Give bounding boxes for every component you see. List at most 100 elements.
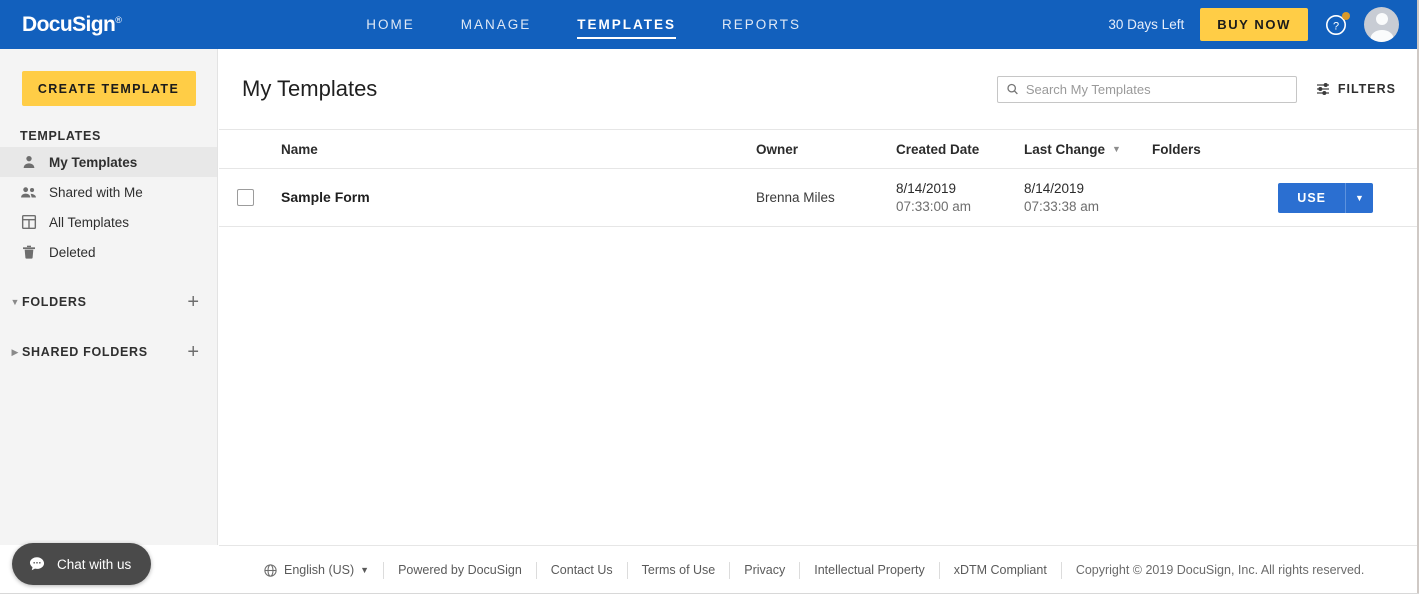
sidebar-folders-header[interactable]: ▼ FOLDERS +: [0, 287, 217, 317]
logo-text: DocuSign: [22, 12, 116, 36]
footer-link-intellectual-property[interactable]: Intellectual Property: [814, 563, 924, 577]
chevron-right-icon[interactable]: ▶: [8, 347, 22, 358]
row-owner-cell: Brenna Miles: [756, 189, 896, 207]
row-name-cell: Sample Form: [271, 189, 756, 207]
trial-days-left: 30 Days Left: [1108, 17, 1185, 32]
row-action-cell: USE ▼: [1278, 182, 1418, 213]
globe-icon: [264, 563, 277, 577]
use-split-button: USE ▼: [1278, 182, 1373, 213]
footer-link-powered-by[interactable]: Powered by DocuSign: [398, 563, 522, 577]
created-date: 8/14/2019: [896, 181, 957, 196]
filters-label: FILTERS: [1337, 82, 1396, 96]
add-folder-button[interactable]: +: [187, 292, 199, 312]
footer-link-xdtm-compliant[interactable]: xDTM Compliant: [954, 563, 1047, 577]
avatar-head: [1375, 13, 1388, 25]
chat-with-us-button[interactable]: Chat with us: [12, 543, 152, 585]
search-box[interactable]: [996, 75, 1297, 103]
sliders-icon: [1316, 83, 1329, 95]
sidebar-item-shared-with-me[interactable]: Shared with Me: [0, 177, 217, 207]
chat-label: Chat with us: [57, 556, 132, 572]
top-navigation-bar: DocuSign® HOME MANAGE TEMPLATES REPORTS …: [0, 0, 1419, 49]
help-notification-dot: [1342, 11, 1350, 20]
footer-copyright: Copyright © 2019 DocuSign, Inc. All righ…: [1075, 563, 1365, 577]
chat-bubble-icon: [29, 557, 45, 571]
created-time: 07:33:00 am: [896, 199, 972, 214]
trash-icon: [20, 244, 37, 261]
footer-divider: [383, 561, 385, 579]
use-button[interactable]: USE: [1278, 182, 1345, 213]
sidebar-item-deleted-label: Deleted: [49, 244, 96, 260]
nav-item-manage-label: MANAGE: [460, 17, 532, 32]
person-icon: [20, 154, 37, 171]
search-input[interactable]: [1025, 81, 1288, 97]
user-avatar[interactable]: [1364, 7, 1399, 42]
nav-item-templates-label: TEMPLATES: [577, 17, 677, 32]
footer-divider: [729, 561, 731, 579]
nav-item-manage[interactable]: MANAGE: [461, 0, 532, 49]
main-nav-items: HOME MANAGE TEMPLATES REPORTS: [366, 0, 801, 49]
sidebar-item-deleted[interactable]: Deleted: [0, 237, 217, 267]
language-label: English (US): [284, 563, 355, 577]
sidebar-item-all-templates-label: All Templates: [49, 214, 130, 230]
footer-divider: [626, 561, 628, 579]
sidebar-shared-folders-header[interactable]: ▶ SHARED FOLDERS +: [0, 337, 217, 367]
filters-button[interactable]: FILTERS: [1315, 81, 1396, 97]
footer-link-terms-of-use[interactable]: Terms of Use: [642, 563, 716, 577]
owner-name: Brenna Miles: [756, 189, 835, 205]
nav-item-templates[interactable]: TEMPLATES: [577, 0, 676, 49]
nav-item-reports-label: REPORTS: [722, 17, 802, 32]
table-row[interactable]: Sample Form Brenna Miles 8/14/2019 07:33…: [219, 169, 1418, 227]
table-header-last-change[interactable]: Last Change ▼: [1024, 142, 1152, 157]
template-name-link[interactable]: Sample Form: [281, 189, 370, 205]
header-right-controls: 30 Days Left BUY NOW ?: [1108, 7, 1419, 42]
chevron-down-icon: ▼: [360, 565, 370, 575]
table-header-row: Name Owner Created Date Last Change ▼ Fo…: [219, 129, 1418, 169]
sidebar-shared-folders-label: SHARED FOLDERS: [22, 345, 148, 359]
sidebar-item-all-templates[interactable]: All Templates: [0, 207, 217, 237]
sort-descending-icon: ▼: [1112, 144, 1121, 154]
row-created-date-cell: 8/14/2019 07:33:00 am: [896, 181, 1024, 214]
language-selector[interactable]: English (US) ▼: [263, 563, 369, 578]
create-template-button[interactable]: CREATE TEMPLATE: [21, 71, 196, 106]
svg-text:?: ?: [1333, 20, 1339, 32]
footer-divider: [938, 561, 940, 579]
footer-divider: [1060, 561, 1062, 579]
footer: English (US) ▼ Powered by DocuSign Conta…: [219, 545, 1419, 594]
main-content: My Templates FILTERS N: [219, 49, 1418, 545]
nav-item-home[interactable]: HOME: [366, 0, 415, 49]
row-checkbox-cell: [219, 189, 271, 206]
table-header-folders[interactable]: Folders: [1152, 142, 1262, 157]
footer-link-contact-us[interactable]: Contact Us: [551, 563, 613, 577]
docusign-templates-page: DocuSign® HOME MANAGE TEMPLATES REPORTS …: [0, 0, 1419, 594]
row-last-change-cell: 8/14/2019 07:33:38 am: [1024, 181, 1152, 214]
last-change-time: 07:33:38 am: [1024, 199, 1100, 214]
main-header: My Templates FILTERS: [219, 49, 1418, 129]
main-header-controls: FILTERS: [996, 75, 1416, 103]
use-dropdown-button[interactable]: ▼: [1345, 182, 1373, 213]
row-checkbox[interactable]: [236, 189, 254, 206]
footer-divider: [535, 561, 537, 579]
table-header-owner[interactable]: Owner: [756, 142, 896, 157]
nav-item-reports[interactable]: REPORTS: [722, 0, 801, 49]
nav-item-home-label: HOME: [366, 17, 415, 32]
grid-layout-icon: [20, 214, 37, 231]
chevron-down-icon[interactable]: ▼: [8, 297, 22, 307]
table-header-created-date[interactable]: Created Date: [896, 142, 1024, 157]
search-icon: [1007, 83, 1018, 95]
people-icon: [20, 184, 37, 201]
sidebar: CREATE TEMPLATE TEMPLATES My Templates S…: [0, 49, 218, 545]
avatar-body: [1370, 30, 1393, 42]
table-header-last-change-label: Last Change: [1024, 141, 1106, 157]
sidebar-folders-label: FOLDERS: [22, 295, 87, 309]
docusign-logo[interactable]: DocuSign®: [22, 12, 122, 37]
buy-now-button[interactable]: BUY NOW: [1200, 8, 1308, 41]
sidebar-item-my-templates[interactable]: My Templates: [0, 147, 217, 177]
sidebar-item-shared-with-me-label: Shared with Me: [49, 184, 143, 200]
sidebar-section-templates-label: TEMPLATES: [20, 129, 102, 143]
add-shared-folder-button[interactable]: +: [187, 342, 199, 362]
table-header-name[interactable]: Name: [271, 142, 756, 157]
help-circle-icon[interactable]: ?: [1324, 11, 1350, 37]
page-title: My Templates: [242, 76, 378, 101]
sidebar-item-my-templates-label: My Templates: [49, 154, 138, 170]
footer-link-privacy[interactable]: Privacy: [744, 563, 785, 577]
